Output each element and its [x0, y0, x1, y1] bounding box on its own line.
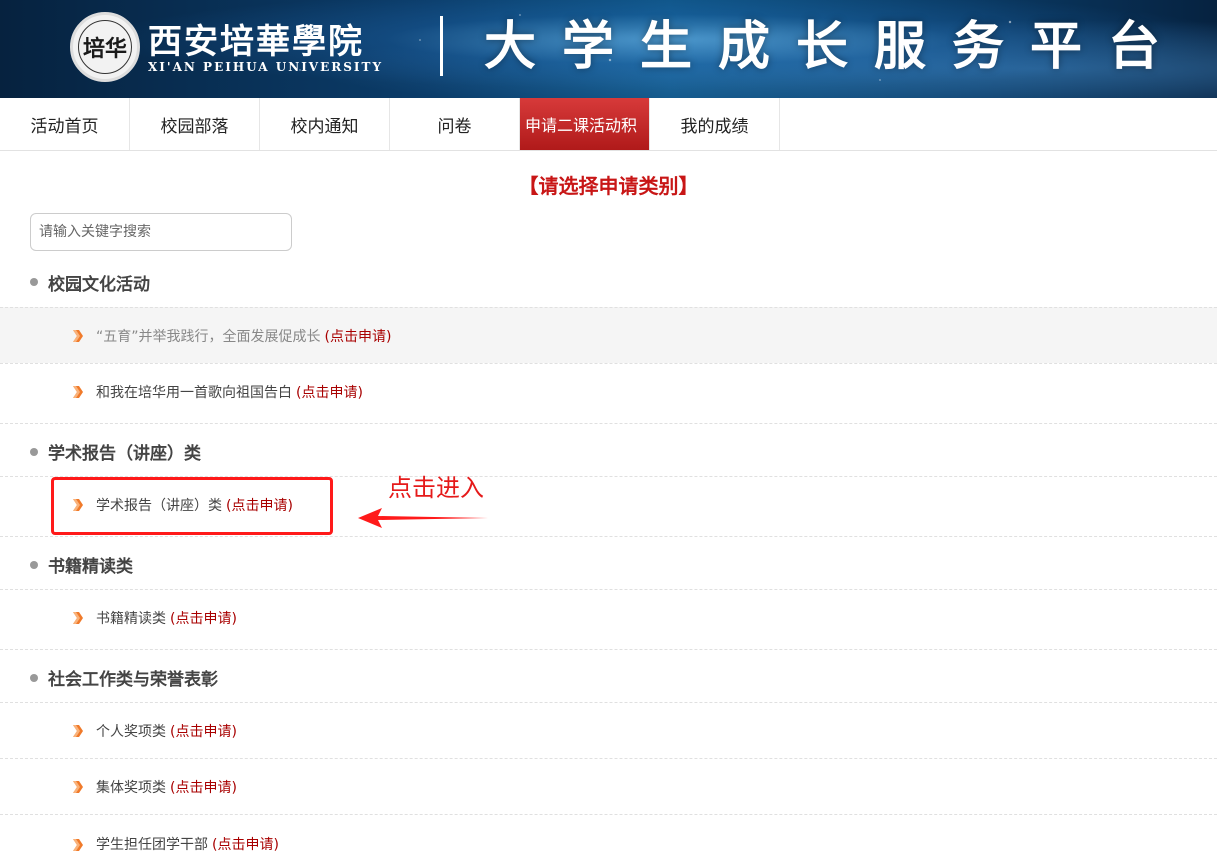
- bullet-dot-icon: [30, 278, 38, 286]
- orange-arrow-icon: [73, 725, 83, 737]
- orange-arrow-icon: [73, 781, 83, 793]
- orange-arrow-icon: [73, 612, 83, 624]
- banner-divider: [440, 16, 443, 76]
- item-label: 集体奖项类: [96, 779, 166, 796]
- nav-item-campus-notice[interactable]: 校内通知: [260, 98, 390, 150]
- category-item[interactable]: “五育”并举我践行，全面发展促成长 (点击申请): [0, 307, 1217, 363]
- category-item[interactable]: 和我在培华用一首歌向祖国告白 (点击申请): [0, 363, 1217, 419]
- page-title: 【请选择申请类别】: [518, 174, 699, 198]
- category-heading: 学术报告（讲座）类: [0, 423, 1217, 479]
- category-item[interactable]: 学生担任团学干部 (点击申请): [0, 814, 1217, 865]
- item-label: 书籍精读类: [96, 610, 166, 627]
- item-label: 学生担任团学干部: [96, 837, 208, 853]
- category-title: 社会工作类与荣誉表彰: [48, 670, 218, 690]
- seal-text: 培华: [82, 36, 127, 62]
- category-title: 校园文化活动: [48, 274, 150, 295]
- category-item[interactable]: 个人奖项类 (点击申请): [0, 702, 1217, 758]
- search-input[interactable]: [30, 213, 292, 251]
- category-title: 学术报告（讲座）类: [48, 444, 201, 464]
- bullet-dot-icon: [30, 674, 38, 682]
- header-banner: 培华 西安培華學院 XI'AN PEIHUA UNIVERSITY 大学生成长服…: [0, 0, 1217, 98]
- school-name-english: XI'AN PEIHUA UNIVERSITY: [148, 60, 384, 74]
- orange-arrow-icon: [73, 386, 83, 398]
- nav-item-campus-tribe[interactable]: 校园部落: [130, 98, 260, 150]
- highlight-box: [51, 477, 333, 535]
- platform-name: 大学生成长服务平台: [484, 16, 1187, 77]
- university-seal-logo: 培华: [70, 12, 140, 82]
- category-title: 书籍精读类: [48, 557, 133, 577]
- item-label: “五育”并举我践行，全面发展促成长: [96, 328, 321, 345]
- nav-item-my-scores[interactable]: 我的成绩: [650, 98, 780, 150]
- pointer-arrow-icon: [358, 508, 488, 528]
- bullet-dot-icon: [30, 561, 38, 569]
- apply-link[interactable]: (点击申请): [170, 777, 237, 797]
- bullet-dot-icon: [30, 448, 38, 456]
- school-name: 西安培華學院: [148, 22, 364, 62]
- orange-arrow-icon: [73, 330, 83, 342]
- nav-item-survey[interactable]: 问卷: [390, 98, 520, 150]
- item-label: 和我在培华用一首歌向祖国告白: [96, 384, 292, 401]
- apply-link[interactable]: (点击申请): [212, 834, 279, 854]
- hint-text: 点击进入: [388, 474, 484, 502]
- apply-link[interactable]: (点击申请): [170, 608, 237, 628]
- nav-item-activity-home[interactable]: 活动首页: [0, 98, 130, 150]
- category-item[interactable]: 集体奖项类 (点击申请): [0, 758, 1217, 814]
- apply-link[interactable]: (点击申请): [296, 382, 363, 402]
- category-heading: 校园文化活动: [0, 254, 1217, 310]
- apply-link[interactable]: (点击申请): [170, 721, 237, 741]
- category-item[interactable]: 书籍精读类 (点击申请): [0, 589, 1217, 645]
- nav-item-apply-credits[interactable]: 申请二课活动积: [520, 98, 650, 150]
- category-heading: 社会工作类与荣誉表彰: [0, 649, 1217, 705]
- category-heading: 书籍精读类: [0, 536, 1217, 592]
- apply-link[interactable]: (点击申请): [325, 326, 392, 346]
- orange-arrow-icon: [73, 839, 83, 851]
- item-label: 个人奖项类: [96, 723, 166, 740]
- main-nav: 活动首页 校园部落 校内通知 问卷 申请二课活动积 我的成绩: [0, 98, 1217, 151]
